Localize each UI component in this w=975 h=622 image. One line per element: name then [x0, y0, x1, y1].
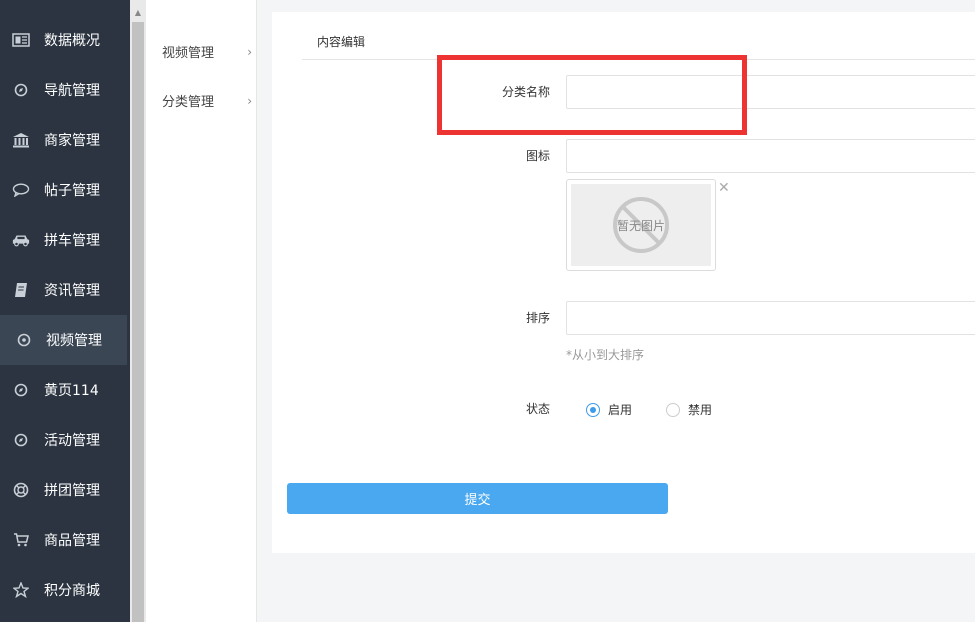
car-icon [12, 231, 30, 249]
bank-icon [12, 131, 30, 149]
submenu-item-label: 视频管理 [162, 46, 215, 61]
sidebar-item-points-mall[interactable]: 积分商城 [0, 565, 130, 615]
sidebar-item-data-overview[interactable]: 数据概况 [0, 15, 130, 65]
sidebar-item-group-buy[interactable]: 拼团管理 [0, 465, 130, 515]
status-label: 状态 [525, 402, 550, 416]
compass-icon [12, 431, 30, 449]
chevron-right-icon: › [247, 93, 252, 108]
tab-content-edit[interactable]: 内容编辑 [317, 33, 365, 50]
image-upload-box[interactable]: 暂无图片 [566, 179, 716, 271]
submenu-item-label: 分类管理 [162, 95, 215, 110]
star-icon [12, 581, 30, 599]
submenu-item-category-management[interactable]: 分类管理 › [162, 91, 252, 111]
icon-label: 图标 [525, 149, 550, 163]
dashboard-icon [12, 31, 30, 49]
chevron-right-icon: › [247, 44, 252, 59]
sidebar-item-label: 帖子管理 [44, 183, 100, 199]
sort-hint: *从小到大排序 [566, 348, 645, 362]
sidebar-scrollbar[interactable]: ▲ [130, 0, 146, 622]
sidebar-item-label: 黄页114 [44, 383, 99, 399]
sidebar-item-news[interactable]: 资讯管理 [0, 265, 130, 315]
sidebar-item-label: 拼车管理 [44, 233, 100, 249]
close-icon[interactable]: ✕ [718, 180, 730, 196]
sidebar-item-label: 积分商城 [44, 583, 100, 599]
compass-icon [15, 331, 33, 349]
radio-label: 启用 [608, 403, 633, 417]
no-image-icon: 暂无图片 [613, 197, 669, 253]
sidebar-item-label: 商家管理 [44, 133, 100, 149]
sidebar-item-activities[interactable]: 活动管理 [0, 415, 130, 465]
radio-label: 禁用 [688, 403, 713, 417]
lifebuoy-icon [12, 481, 30, 499]
scroll-up-icon[interactable]: ▲ [130, 6, 146, 18]
sidebar-item-products[interactable]: 商品管理 [0, 515, 130, 565]
sidebar-item-label: 视频管理 [46, 333, 102, 349]
chat-bubble-icon [12, 181, 30, 199]
radio-unchecked-icon[interactable] [666, 402, 680, 417]
sidebar-item-label: 资讯管理 [44, 283, 100, 299]
sidebar-item-video[interactable]: 视频管理 [0, 315, 127, 365]
status-disabled-radio[interactable]: 禁用 [666, 401, 712, 418]
submit-button[interactable]: 提交 [287, 483, 668, 514]
sort-input[interactable] [566, 301, 975, 335]
status-enabled-radio[interactable]: 启用 [586, 401, 632, 418]
cart-icon [12, 531, 30, 549]
scroll-thumb[interactable] [132, 22, 144, 622]
sidebar-item-merchants[interactable]: 商家管理 [0, 115, 130, 165]
compass-icon [12, 81, 30, 99]
highlight-box [437, 55, 747, 135]
sidebar-item-carpool[interactable]: 拼车管理 [0, 215, 130, 265]
icon-input[interactable] [566, 139, 975, 173]
top-strip [257, 0, 975, 6]
sidebar-item-posts[interactable]: 帖子管理 [0, 165, 130, 215]
no-image-text: 暂无图片 [617, 219, 665, 233]
radio-checked-icon[interactable] [586, 402, 600, 417]
sort-label: 排序 [525, 311, 550, 325]
compass-icon [12, 381, 30, 399]
submenu-item-video-management[interactable]: 视频管理 › [162, 42, 252, 62]
submenu: 视频管理 › 分类管理 › [146, 0, 257, 622]
sidebar-item-yellow-pages[interactable]: 黄页114 [0, 365, 130, 415]
sidebar-item-label: 商品管理 [44, 533, 100, 549]
sidebar-item-label: 数据概况 [44, 33, 100, 49]
sidebar-item-navigation[interactable]: 导航管理 [0, 65, 130, 115]
sidebar: 数据概况 导航管理 商家管理 帖子管理 拼车管理 资讯管理 视频管理 黄页114… [0, 0, 130, 622]
image-placeholder: 暂无图片 [571, 184, 711, 266]
sidebar-item-label: 拼团管理 [44, 483, 100, 499]
book-icon [12, 281, 30, 299]
sidebar-item-label: 导航管理 [44, 83, 100, 99]
sidebar-item-label: 活动管理 [44, 433, 100, 449]
